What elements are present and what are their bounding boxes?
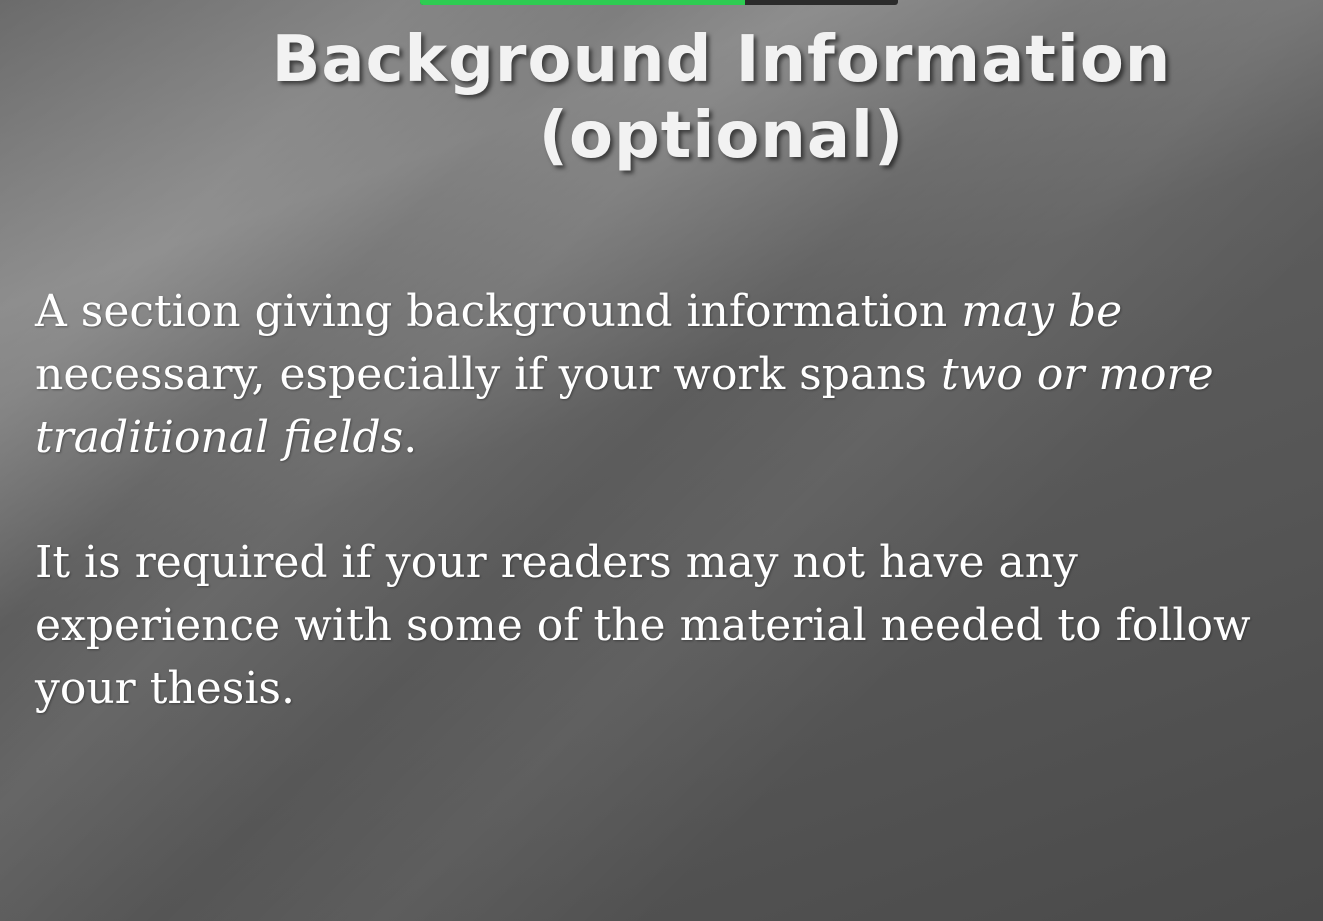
requirement-paragraph: It is required if your readers may not h… [35, 537, 1251, 714]
background-paragraph: A section giving background information … [35, 280, 1305, 469]
paragraph-text: . [403, 412, 418, 463]
paragraph-text: A section giving background information [35, 286, 962, 337]
emphasis-text: may be [961, 286, 1123, 337]
playback-progress-bar[interactable] [420, 0, 898, 5]
slide-title-line-1: Background Information [271, 23, 1172, 97]
slide-title-line-2: (optional) [538, 99, 905, 173]
playback-progress-fill [420, 0, 746, 5]
paragraph-text: necessary, especially if your work spans [35, 349, 941, 400]
slide-body: A section giving background information … [35, 280, 1305, 782]
slide-title: Background Information (optional) [0, 22, 1323, 174]
